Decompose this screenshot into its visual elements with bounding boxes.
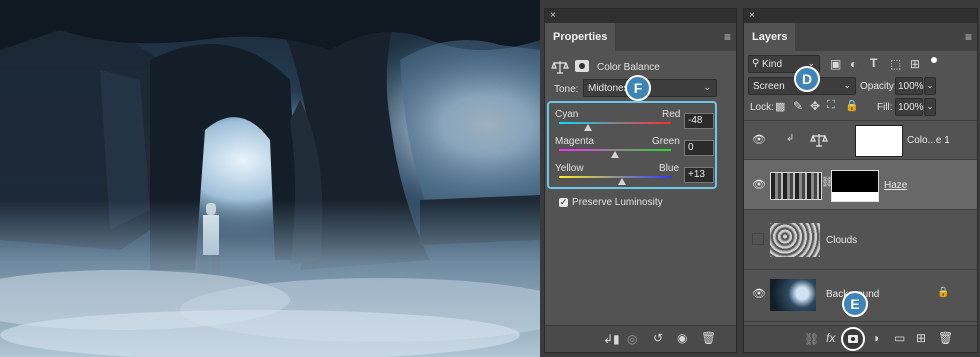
view-previous-state-icon[interactable]: ◎ xyxy=(627,332,637,346)
search-icon: ⚲ xyxy=(752,58,760,69)
layer-row-clouds[interactable]: Clouds xyxy=(744,210,977,270)
layer-name[interactable]: Haze xyxy=(884,180,907,191)
slider-left-label: Yellow xyxy=(555,163,584,174)
opacity-slider-button[interactable]: ⌄ xyxy=(924,77,936,95)
chevron-down-icon: ⌄ xyxy=(843,80,851,90)
adjustment-title: Color Balance xyxy=(597,62,660,73)
layers-panel: × Layers ≡ ⚲ Kind ⌄ ▣ ◐ T ⬚ ⊞ Screen ⌄ D… xyxy=(743,8,978,353)
adjustment-layer-icon[interactable]: ◑ xyxy=(872,331,879,345)
close-panel-button[interactable]: × xyxy=(550,9,556,23)
preserve-luminosity-label: Preserve Luminosity xyxy=(572,197,663,208)
callout-d: D xyxy=(794,66,820,92)
shape-filter-icon[interactable]: ⬚ xyxy=(890,57,901,71)
yellow-blue-slider-track[interactable] xyxy=(559,176,671,178)
magenta-green-value-field[interactable]: 0 xyxy=(684,140,714,156)
folder-icon[interactable]: ▭ xyxy=(894,331,905,345)
clipping-arrow-icon: ↲ xyxy=(786,133,795,144)
fill-input[interactable]: 100% xyxy=(895,98,924,116)
document-canvas-image[interactable] xyxy=(0,0,540,357)
yellow-blue-value-field[interactable]: +13 xyxy=(684,167,714,183)
layer-mask-thumbnail[interactable] xyxy=(855,125,903,157)
layer-thumbnail[interactable] xyxy=(770,279,816,311)
layer-name[interactable]: Colo...e 1 xyxy=(907,135,950,146)
slider-left-label: Cyan xyxy=(555,109,579,120)
lock-artboard-icon[interactable]: ⛶ xyxy=(827,99,835,112)
type-filter-icon[interactable]: T xyxy=(870,56,877,70)
color-balance-sliders-group: Cyan Red -48 Magenta Green 0 Yellow Blue… xyxy=(547,101,717,189)
layer-row-color-balance[interactable]: 👁 ↲ Colo...e 1 xyxy=(744,121,977,160)
lock-all-icon[interactable]: 🔒 xyxy=(845,99,859,112)
layer-row-haze[interactable]: 👁 ⛓ Haze xyxy=(744,160,977,210)
lock-image-pixels-icon[interactable]: ✎ xyxy=(793,99,803,113)
tab-properties[interactable]: Properties xyxy=(545,23,616,51)
eye-icon[interactable]: 👁 xyxy=(752,178,766,191)
toggle-visibility-icon[interactable]: ◉ xyxy=(677,331,687,345)
smart-object-filter-icon[interactable]: ⊞ xyxy=(910,57,920,71)
layers-tab-bar: Layers ≡ xyxy=(744,23,977,51)
chevron-down-icon: ⌄ xyxy=(703,82,711,92)
opacity-label: Opacity: xyxy=(860,81,897,92)
slider-right-label: Blue xyxy=(659,163,680,174)
adjustment-filter-icon[interactable]: ◐ xyxy=(850,57,857,71)
tone-label: Tone: xyxy=(554,84,579,95)
blend-mode-value: Screen xyxy=(753,81,785,92)
opacity-value: 100% xyxy=(898,81,924,92)
eye-icon[interactable]: 👁 xyxy=(752,133,766,146)
properties-panel: × Properties ≡ Color Balance Tone: Midto… xyxy=(544,8,737,353)
layer-name[interactable]: Clouds xyxy=(826,235,857,246)
reset-icon[interactable]: ↺ xyxy=(653,331,663,345)
layer-mask-thumbnail[interactable] xyxy=(831,170,879,202)
panel-menu-icon[interactable]: ≡ xyxy=(724,30,731,44)
lock-position-icon[interactable]: ✥ xyxy=(810,99,820,113)
slider-right-label: Red xyxy=(662,109,681,120)
new-layer-icon[interactable]: ⊞ xyxy=(916,331,926,345)
trash-icon[interactable]: 🗑 xyxy=(938,331,953,345)
clip-to-layer-icon[interactable]: ↲▮ xyxy=(603,332,620,346)
eye-icon[interactable]: 👁 xyxy=(752,287,766,300)
tone-select-value: Midtones xyxy=(588,83,629,94)
canvas-artwork xyxy=(0,0,540,357)
filter-toggle-icon[interactable] xyxy=(931,57,937,63)
layer-mask-icon[interactable] xyxy=(575,60,589,72)
layers-footer: ⛓ fx ◑ ▭ ⊞ 🗑 xyxy=(744,325,977,352)
balance-scale-icon xyxy=(551,59,569,75)
fill-label: Fill: xyxy=(877,102,893,113)
magenta-green-slider-thumb[interactable] xyxy=(611,151,619,158)
fx-icon[interactable]: fx xyxy=(826,331,835,345)
slider-left-label: Magenta xyxy=(555,136,594,147)
cyan-red-value-field[interactable]: -48 xyxy=(684,113,714,129)
callout-f: F xyxy=(625,75,651,101)
lock-transparent-pixels-icon[interactable]: ▩ xyxy=(775,100,785,113)
layer-thumbnail[interactable] xyxy=(770,223,820,257)
lock-icon: 🔒 xyxy=(937,287,950,298)
balance-scale-icon xyxy=(810,132,828,148)
fill-slider-button[interactable]: ⌄ xyxy=(924,98,936,116)
opacity-input[interactable]: 100% xyxy=(895,77,924,95)
properties-tab-bar: Properties ≡ xyxy=(545,23,736,51)
layer-thumbnail[interactable] xyxy=(770,172,822,200)
slider-right-label: Green xyxy=(652,136,680,147)
add-layer-mask-button[interactable] xyxy=(841,327,865,351)
trash-icon[interactable]: 🗑 xyxy=(701,331,716,345)
cyan-red-slider-track[interactable] xyxy=(559,122,671,124)
filter-kind-value: Kind xyxy=(762,59,783,70)
panel-header-strip: × xyxy=(545,9,736,23)
lock-label: Lock: xyxy=(750,102,774,113)
panel-menu-icon[interactable]: ≡ xyxy=(965,30,972,44)
fill-value: 100% xyxy=(898,102,924,113)
tab-layers[interactable]: Layers xyxy=(744,23,796,51)
properties-footer: ↲▮ ◎ ↺ ◉ 🗑 xyxy=(545,325,736,352)
close-panel-button[interactable]: × xyxy=(749,9,755,23)
callout-e: E xyxy=(842,291,868,317)
panel-header-strip: × xyxy=(744,9,977,23)
cyan-red-slider-thumb[interactable] xyxy=(584,124,593,131)
pixel-filter-icon[interactable]: ▣ xyxy=(830,57,841,71)
yellow-blue-slider-thumb[interactable] xyxy=(618,178,627,185)
visibility-toggle-empty[interactable] xyxy=(752,233,764,245)
link-layers-icon[interactable]: ⛓ xyxy=(804,332,819,346)
preserve-luminosity-checkbox[interactable]: ✓ xyxy=(559,198,568,207)
